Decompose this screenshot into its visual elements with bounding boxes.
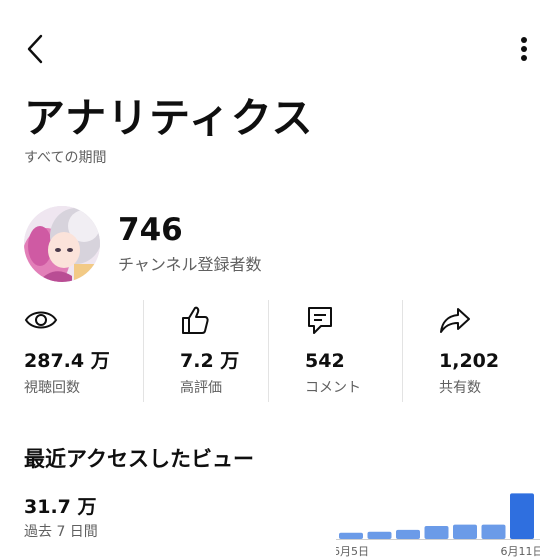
back-button[interactable]	[20, 32, 50, 66]
comments-value: 542	[305, 350, 345, 372]
chart-bar	[339, 532, 363, 539]
chart-bar	[453, 524, 477, 539]
top-bar	[0, 26, 560, 72]
eye-icon	[24, 311, 58, 329]
channel-avatar[interactable]	[24, 206, 100, 282]
shares-label: 共有数	[439, 380, 481, 396]
likes-label: 高評価	[180, 380, 222, 396]
comments-label: コメント	[305, 380, 361, 396]
chart-bar	[510, 493, 534, 539]
stat-shares[interactable]: 1,202 共有数	[402, 300, 544, 402]
views-value: 287.4 万	[24, 350, 110, 372]
more-options-button[interactable]	[514, 32, 534, 66]
recent-views-title: 最近アクセスしたビュー	[24, 447, 254, 471]
chart-bar	[367, 531, 392, 539]
views-label: 視聴回数	[24, 380, 80, 396]
stats-row: 287.4 万 視聴回数 7.2 万 高評価 542 コメント 1,202 共有…	[24, 300, 544, 402]
likes-value: 7.2 万	[180, 350, 240, 372]
recent-views-chart[interactable]: 6月5日 6月11日	[336, 484, 540, 560]
vertical-ellipsis-icon	[521, 37, 527, 61]
comment-icon	[308, 307, 332, 334]
bar-chart: 6月5日 6月11日	[336, 493, 541, 558]
subscriber-count: 746	[118, 212, 183, 248]
stat-likes[interactable]: 7.2 万 高評価	[143, 300, 268, 402]
shares-value: 1,202	[439, 350, 500, 372]
avatar-illustration	[24, 206, 100, 282]
thumbs-up-icon	[182, 306, 209, 334]
recent-views-period: 過去 7 日間	[24, 524, 98, 540]
stat-views[interactable]: 287.4 万 視聴回数	[24, 300, 143, 402]
channel-summary: 746 チャンネル登録者数	[24, 206, 544, 284]
stat-comments[interactable]: 542 コメント	[268, 300, 402, 402]
recent-views-value: 31.7 万	[24, 496, 97, 518]
chart-bar	[424, 526, 449, 539]
page-title: アナリティクス	[24, 94, 314, 142]
chart-bar	[396, 529, 420, 539]
subscriber-label: チャンネル登録者数	[118, 255, 262, 274]
chart-bar	[481, 524, 506, 539]
chart-tick-label: 6月5日	[336, 545, 369, 558]
chart-tick-label: 6月11日	[501, 545, 541, 558]
period-subtitle[interactable]: すべての期間	[24, 148, 106, 168]
chevron-left-icon	[27, 34, 43, 64]
share-icon	[440, 308, 470, 333]
